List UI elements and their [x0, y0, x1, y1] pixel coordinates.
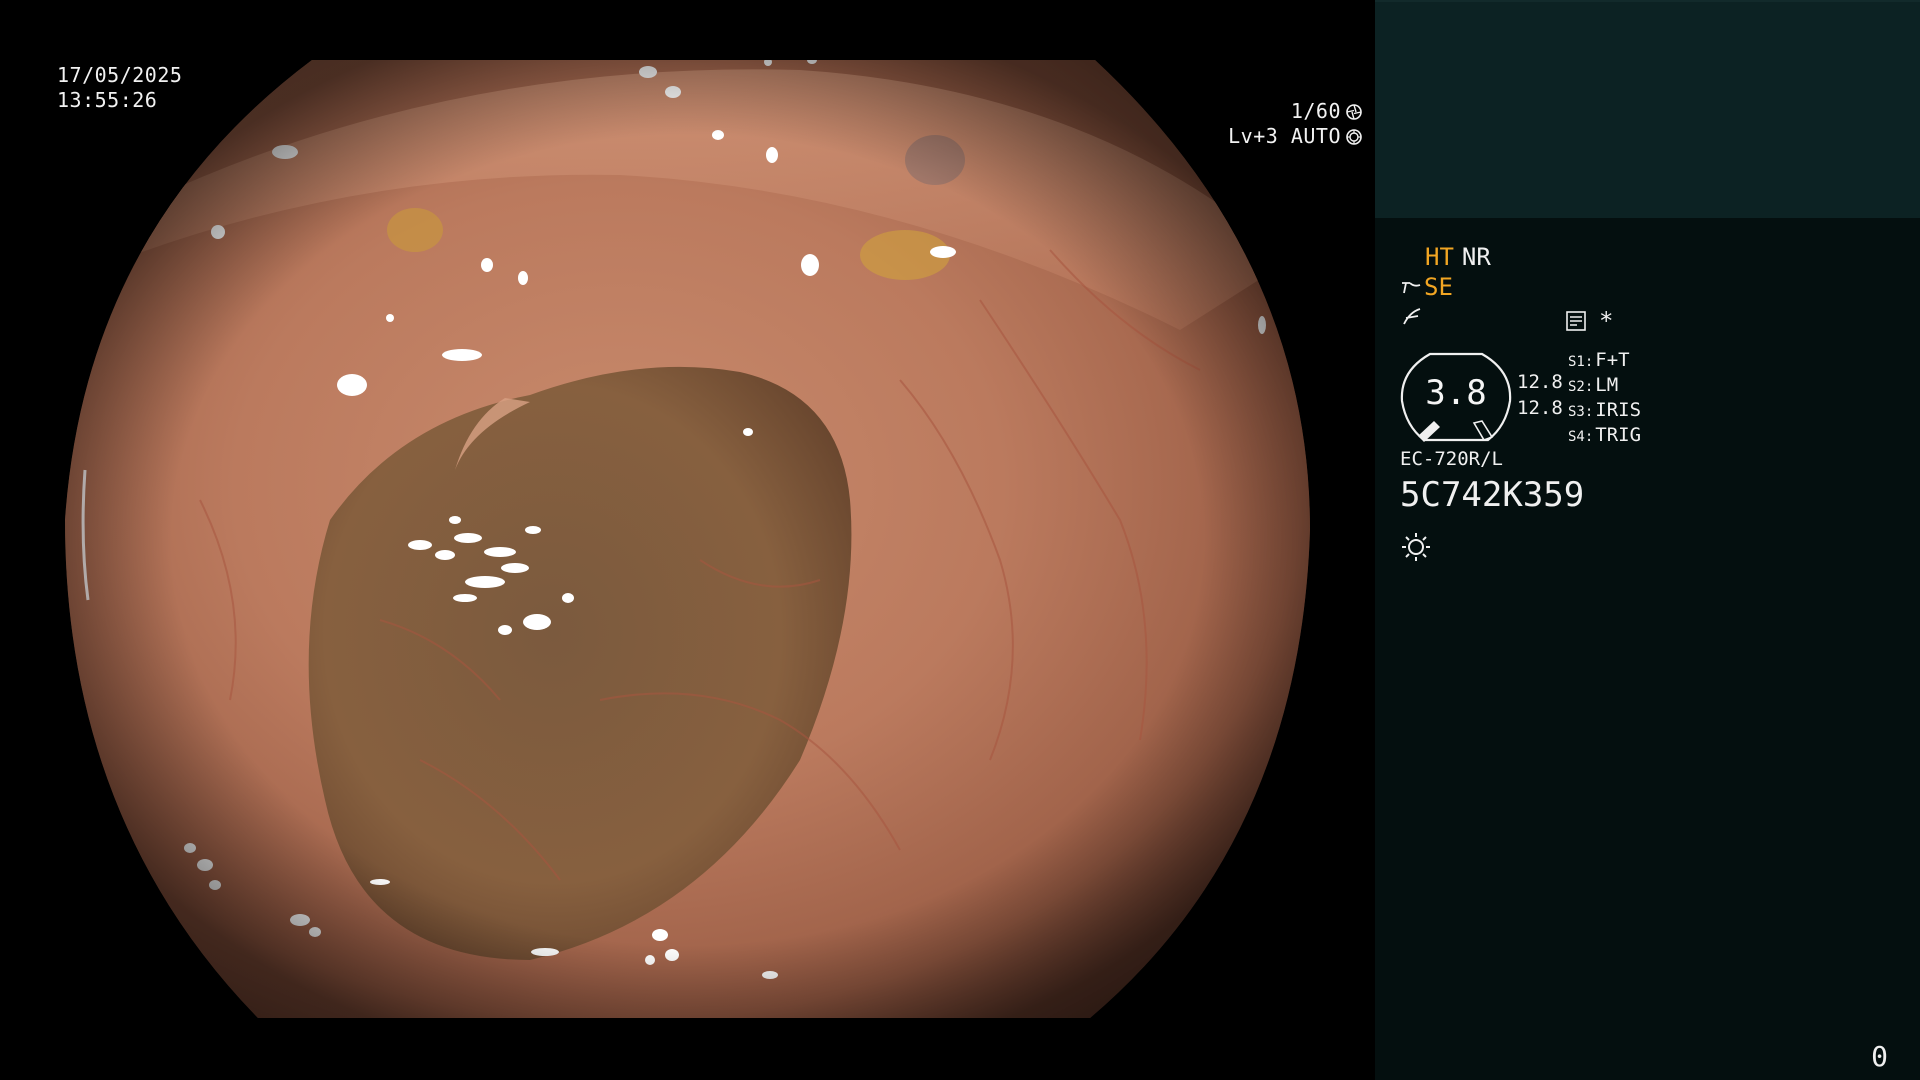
gain-value-top: 12.8	[1517, 371, 1563, 393]
memo-card-icon	[1566, 311, 1586, 331]
contrast-row	[1400, 304, 1424, 334]
dial-value: 3.8	[1425, 373, 1487, 413]
switch-value: F+T	[1595, 349, 1630, 371]
switch-key: S2:	[1568, 379, 1594, 395]
scope-serial-text: 5C742K359	[1400, 475, 1585, 515]
switch-value: IRIS	[1595, 399, 1642, 421]
panel-header-area	[1375, 0, 1920, 218]
aperture-icon	[1346, 103, 1362, 120]
exposure-display: 1/60 Lv+3 AUTO	[1228, 99, 1363, 149]
endoscope-image	[65, 60, 1310, 1018]
switch-4-assignment: S4: TRIG	[1568, 424, 1641, 446]
switch-key: S4:	[1568, 429, 1594, 445]
shutter-speed-text: 1/60	[1290, 99, 1341, 123]
zoom-dial: 3.8	[1400, 351, 1512, 443]
switch-1-assignment: S1: F+T	[1568, 349, 1630, 371]
time-text: 13:55:26	[57, 88, 158, 112]
info-panel: HT NR SE * 3.8 12.8 12.8 S1: F+T S2: LM …	[1375, 0, 1920, 1080]
level-mode-text: Lv+3 AUTO	[1228, 124, 1341, 148]
enhance-mode-row: SE	[1400, 273, 1453, 301]
date-time-display: 17/05/2025 13:55:26	[57, 63, 182, 113]
endoscope-image-view: 17/05/2025 13:55:26 1/60 Lv+3 AUTO	[0, 0, 1375, 1080]
switch-key: S1:	[1568, 354, 1594, 370]
asterisk-marker: *	[1599, 307, 1614, 335]
switch-3-assignment: S3: IRIS	[1568, 399, 1641, 421]
nr-mode-label: NR	[1461, 243, 1491, 271]
date-text: 17/05/2025	[57, 63, 183, 87]
switch-key: S3:	[1568, 404, 1594, 420]
iris-ring-icon	[1346, 128, 1362, 145]
switch-value: TRIG	[1595, 424, 1642, 446]
se-mode-label: SE	[1424, 273, 1453, 301]
switch-value: LM	[1595, 374, 1619, 396]
contrast-curve-icon	[1403, 308, 1421, 325]
light-source-sun-icon	[1402, 533, 1430, 561]
endoscopy-screen: 17/05/2025 13:55:26 1/60 Lv+3 AUTO HT NR…	[0, 0, 1920, 1080]
gain-value-bottom: 12.8	[1517, 397, 1563, 419]
structure-enhance-icon	[1402, 282, 1421, 294]
scope-model-text: EC-720R/L	[1400, 448, 1503, 470]
ht-mode-label: HT	[1425, 243, 1454, 271]
image-mode-row: HT NR	[1425, 243, 1499, 271]
memo-indicator: *	[1565, 307, 1613, 335]
frame-counter: 0	[1871, 1040, 1888, 1073]
switch-2-assignment: S2: LM	[1568, 374, 1618, 396]
